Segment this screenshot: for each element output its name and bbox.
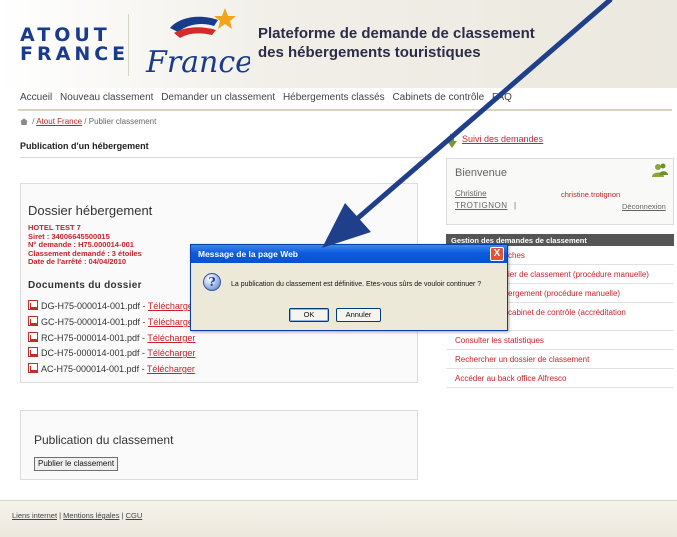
nav-hebergements-classes[interactable]: Hébergements classés — [283, 92, 385, 103]
breadcrumb-link-atout-france[interactable]: Atout France — [36, 117, 82, 126]
menu-item-back-office[interactable]: Accéder au back office Alfresco — [455, 374, 566, 383]
download-link[interactable]: Télécharger — [148, 317, 196, 327]
publish-button[interactable]: Publier le classement — [34, 457, 119, 471]
platform-title: Plateforme de demande de classement des … — [258, 24, 535, 62]
download-arrow-icon — [447, 134, 457, 148]
france-brand-logo: France — [145, 8, 250, 80]
download-link[interactable]: Télécharger — [147, 348, 195, 358]
dialog-title: Message de la page Web — [198, 249, 298, 259]
nav-nouveau-classement[interactable]: Nouveau classement — [60, 92, 153, 103]
menu-item-recherches[interactable]: ches — [508, 251, 525, 260]
menu-divider — [446, 368, 674, 369]
welcome-title: Bienvenue — [455, 167, 507, 179]
ok-button[interactable]: OK — [289, 308, 329, 322]
document-row: GC-H75-000014-001.pdf - Télécharger — [28, 316, 196, 327]
platform-title-line1: Plateforme de demande de classement — [258, 25, 535, 42]
dialog-titlebar[interactable]: Message de la page Web X — [191, 245, 507, 263]
footer-links: Liens internet | Mentions légales | CGU — [12, 511, 142, 520]
breadcrumb: / Atout France / Publier classement — [20, 117, 156, 126]
footer-sep: | — [59, 511, 62, 520]
document-row: DG-H75-000014-001.pdf - Télécharger — [28, 300, 196, 311]
publication-panel: Publication du classement Publier le cla… — [20, 410, 418, 480]
footer-link-mentions-legales[interactable]: Mentions légales — [63, 511, 119, 520]
document-filename: AC-H75-000014-001.pdf - — [41, 364, 145, 374]
nav-faq[interactable]: FAQ — [492, 92, 512, 103]
user-first-name[interactable]: Christine — [455, 189, 487, 198]
dialog-message: La publication du classement est définit… — [231, 281, 482, 288]
logout-link[interactable]: Déconnexion — [622, 202, 666, 211]
document-filename: DC-H75-000014-001.pdf - — [41, 348, 146, 358]
nav-demander-classement[interactable]: Demander un classement — [161, 92, 275, 103]
hotel-date-arrete: Date de l'arrêté : 04/04/2010 — [28, 257, 127, 266]
confirm-dialog: Message de la page Web X ? La publicatio… — [190, 244, 508, 331]
main-nav: Accueil Nouveau classement Demander un c… — [20, 92, 670, 106]
document-row: RC-H75-000014-001.pdf - Télécharger — [28, 332, 195, 343]
nav-underline — [18, 109, 672, 111]
menu-item-hebergement-manuel[interactable]: ergement (procédure manuelle) — [508, 289, 620, 298]
cancel-button[interactable]: Annuler — [336, 308, 381, 322]
pdf-icon — [28, 332, 38, 342]
pdf-icon — [28, 316, 38, 326]
logo-line2: FRANCE — [20, 43, 130, 65]
download-link[interactable]: Télécharger — [148, 301, 196, 311]
home-icon[interactable] — [20, 118, 28, 126]
suivi-demandes-link[interactable]: Suivi des demandes — [462, 134, 543, 144]
document-row: DC-H75-000014-001.pdf - Télécharger — [28, 347, 195, 358]
download-link[interactable]: Télécharger — [147, 333, 195, 343]
pdf-icon — [28, 347, 38, 357]
menu-item-rechercher-dossier[interactable]: Rechercher un dossier de classement — [455, 355, 589, 364]
document-row: AC-H75-000014-001.pdf - Télécharger — [28, 363, 195, 374]
nav-accueil[interactable]: Accueil — [20, 92, 52, 103]
close-icon[interactable]: X — [490, 247, 504, 261]
nav-cabinets-controle[interactable]: Cabinets de contrôle — [392, 92, 484, 103]
download-link[interactable]: Télécharger — [147, 364, 195, 374]
user-last-name[interactable]: TROTIGNON — [455, 201, 508, 210]
pdf-icon — [28, 300, 38, 310]
title-underline — [20, 157, 430, 158]
footer-sep: | — [121, 511, 124, 520]
platform-title-line2: des hébergements touristiques — [258, 44, 481, 61]
document-filename: DG-H75-000014-001.pdf - — [41, 301, 146, 311]
documents-title: Documents du dossier — [28, 280, 142, 291]
menu-divider — [446, 349, 674, 350]
footer: Liens internet | Mentions légales | CGU — [0, 501, 677, 537]
user-separator: | — [514, 201, 517, 210]
breadcrumb-sep: / — [32, 117, 35, 126]
footer-link-cgu[interactable]: CGU — [126, 511, 143, 520]
question-icon: ? — [203, 273, 221, 291]
menu-divider — [446, 387, 674, 388]
users-icon — [652, 163, 668, 177]
page-title: Publication d'un hébergement — [20, 141, 149, 151]
header-divider — [128, 14, 129, 76]
welcome-panel: Bienvenue Christine TROTIGNON | christin… — [446, 158, 674, 225]
hotel-info: HOTEL TEST 7 Siret : 34006645500015 N° d… — [28, 223, 142, 267]
breadcrumb-current: / Publier classement — [84, 117, 157, 126]
user-login: christine.trotignon — [561, 190, 621, 199]
document-filename: RC-H75-000014-001.pdf - — [41, 333, 146, 343]
menu-item-dossier-manuel[interactable]: ier de classement (procédure manuelle) — [508, 270, 649, 279]
brand-script: France — [145, 45, 250, 80]
pdf-icon — [28, 363, 38, 373]
atout-france-logo[interactable]: ATOUT FRANCE — [20, 26, 130, 66]
menu-item-statistiques[interactable]: Consulter les statistiques — [455, 336, 544, 345]
header: ATOUT FRANCE France Plateforme de demand… — [0, 0, 677, 88]
menu-item-cabinet-accreditation[interactable]: cabinet de contrôle (accréditation — [508, 308, 626, 317]
document-filename: GC-H75-000014-001.pdf - — [41, 317, 146, 327]
publication-heading: Publication du classement — [34, 433, 174, 447]
footer-link-liens-internet[interactable]: Liens internet — [12, 511, 57, 520]
dossier-heading: Dossier hébergement — [28, 203, 153, 218]
